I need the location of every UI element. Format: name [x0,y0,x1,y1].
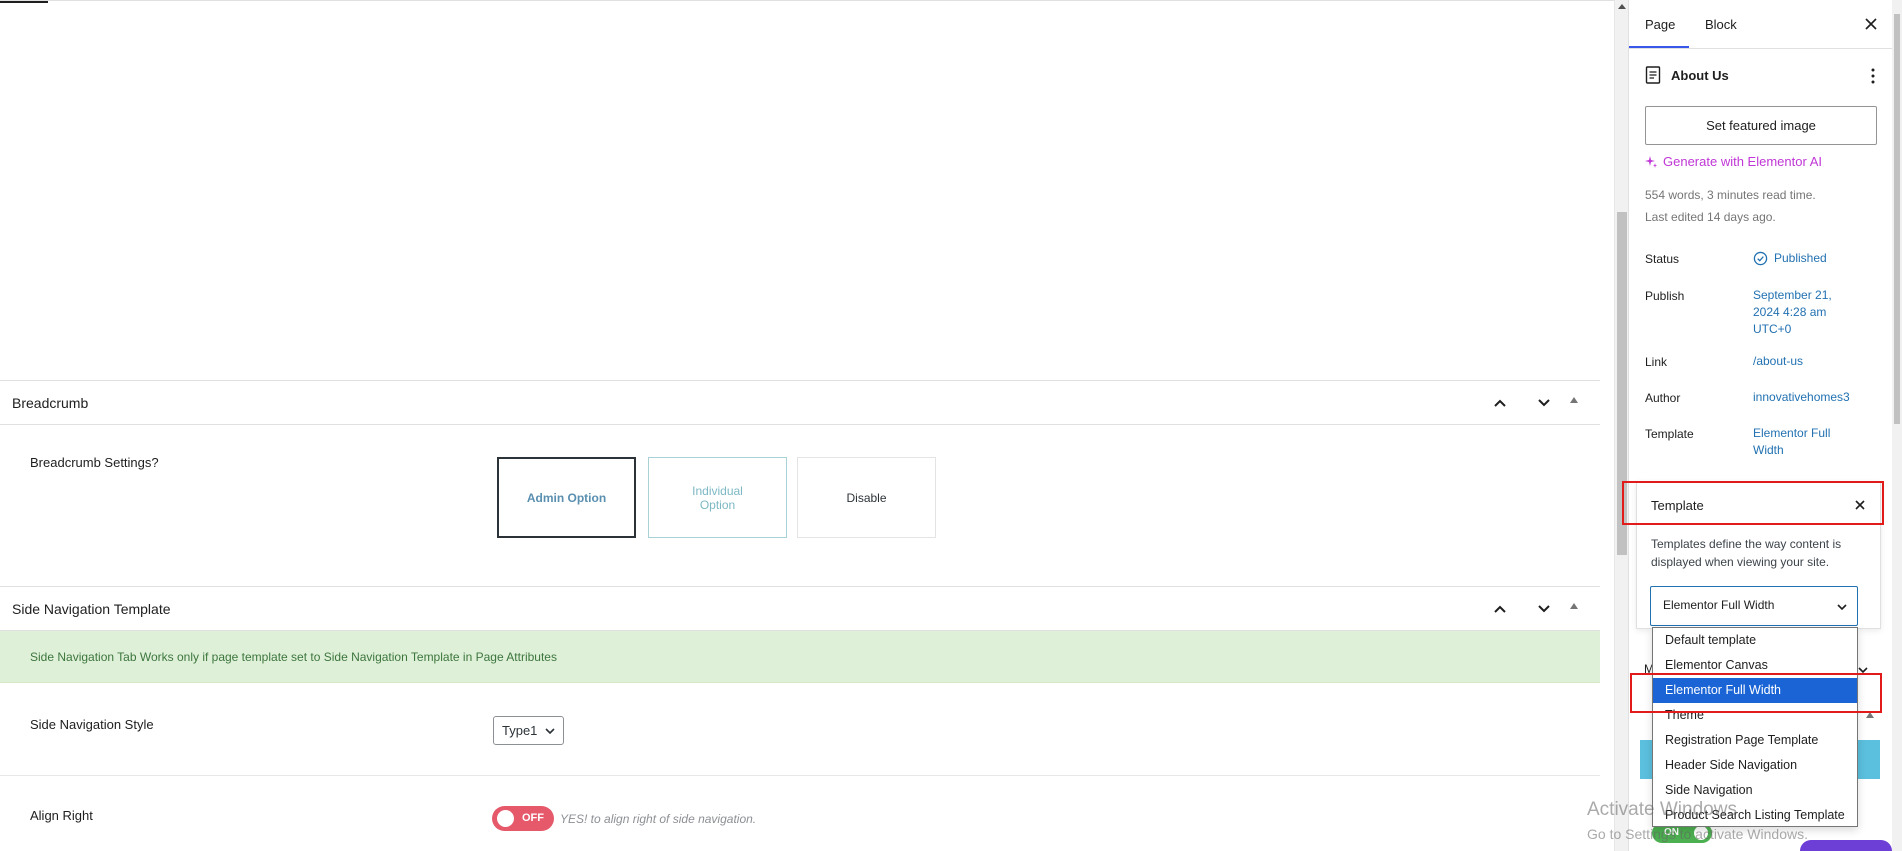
publish-date[interactable]: September 21, 2024 4:28 am UTC+0 [1753,287,1853,338]
tab-page[interactable]: Page [1629,0,1689,48]
last-edited: Last edited 14 days ago. [1645,210,1776,224]
post-title: About Us [1671,68,1729,83]
template-select[interactable]: Elementor Full Width [1650,586,1858,626]
template-label: Template [1645,427,1694,441]
editor-canvas: Breadcrumb Breadcrumb Settings? Admin Op… [0,0,1614,851]
template-options-list: Default template Elementor Canvas Elemen… [1652,627,1858,827]
align-right-hint: YES! to align right of side navigation. [560,812,757,826]
template-option-default[interactable]: Default template [1653,628,1857,653]
editor-scrollbar[interactable] [1614,0,1628,851]
toggle-knob [497,810,514,827]
template-option-elementor-full-width[interactable]: Elementor Full Width [1653,678,1857,703]
top-strip-mark [0,1,48,3]
document-icon [1645,66,1661,84]
elementor-ai-label: Generate with Elementor AI [1663,154,1822,169]
sidenav-notice: Side Navigation Tab Works only if page t… [0,631,1600,683]
sparkle-icon [1645,155,1657,168]
publish-label: Publish [1645,289,1685,303]
chevron-down-icon [545,727,555,734]
more-options-icon[interactable] [1865,66,1881,86]
status-label: Status [1645,252,1680,266]
status-value-text: Published [1774,251,1827,265]
align-right-toggle[interactable]: OFF [492,806,554,831]
word-count: 554 words, 3 minutes read time. [1645,188,1816,202]
template-option-product-search-listing[interactable]: Product Search Listing Template [1653,803,1857,828]
scroll-up-arrow-icon[interactable] [1618,4,1626,9]
toggle-state-text: ON [1664,827,1679,838]
breadcrumb-metabox-title: Breadcrumb [12,395,89,411]
sidenav-metabox-title: Side Navigation Template [12,601,171,617]
author-label: Author [1645,391,1681,405]
status-value[interactable]: Published [1753,250,1827,267]
author-value[interactable]: innovativehomes3 [1753,389,1850,406]
template-description: Templates define the way content is disp… [1651,537,1842,569]
template-value[interactable]: Elementor Full Width [1753,425,1853,459]
link-label: Link [1645,355,1668,369]
move-down-icon[interactable] [1530,389,1558,417]
template-select-value: Elementor Full Width [1663,598,1775,612]
annotation-highlight-box [1622,481,1884,525]
template-option-registration-page[interactable]: Registration Page Template [1653,728,1857,753]
template-option-elementor-canvas[interactable]: Elementor Canvas [1653,653,1857,678]
floating-action-button[interactable] [1800,840,1892,851]
generate-with-elementor-ai-link[interactable]: Generate with Elementor AI [1645,154,1822,169]
chevron-down-icon[interactable] [1858,665,1868,675]
align-right-label: Align Right [30,808,93,823]
individual-option-button[interactable]: Individual Option [648,457,787,538]
divider [0,775,1600,776]
collapse-toggle-icon[interactable] [1866,712,1874,718]
breadcrumb-metabox-header[interactable]: Breadcrumb [0,380,1600,425]
move-up-icon[interactable] [1486,595,1514,623]
chevron-down-icon [1837,604,1847,611]
toggle-knob [1694,826,1708,840]
scrollbar-thumb[interactable] [1894,14,1900,424]
template-option-header-side-navigation[interactable]: Header Side Navigation [1653,753,1857,778]
sidenav-style-label: Side Navigation Style [30,717,154,732]
tab-block[interactable]: Block [1705,0,1737,48]
collapse-toggle-icon[interactable] [1570,397,1578,403]
individual-option-label: Individual Option [692,483,743,512]
sidenav-style-select[interactable]: Type1 [493,716,564,745]
top-strip [0,0,1614,3]
post-title-row: About Us [1645,66,1881,86]
set-featured-image-button[interactable]: Set featured image [1645,106,1877,145]
template-option-theme[interactable]: Theme [1653,703,1857,728]
toggle-state-text: OFF [522,812,544,824]
published-check-icon [1753,251,1768,266]
breadcrumb-settings-label: Breadcrumb Settings? [30,455,159,470]
sidenav-metabox-header[interactable]: Side Navigation Template [0,586,1600,631]
sidebar-tabs: Page Block [1629,0,1892,49]
admin-option-button[interactable]: Admin Option [497,457,636,538]
close-icon[interactable] [1861,14,1881,34]
disable-option-button[interactable]: Disable [797,457,936,538]
sidebar-scrollbar[interactable] [1892,0,1902,851]
collapse-toggle-icon[interactable] [1570,603,1578,609]
template-option-side-navigation[interactable]: Side Navigation [1653,778,1857,803]
sidenav-style-value: Type1 [502,723,538,738]
move-up-icon[interactable] [1486,389,1514,417]
permalink-value[interactable]: /about-us [1753,353,1803,370]
move-down-icon[interactable] [1530,595,1558,623]
